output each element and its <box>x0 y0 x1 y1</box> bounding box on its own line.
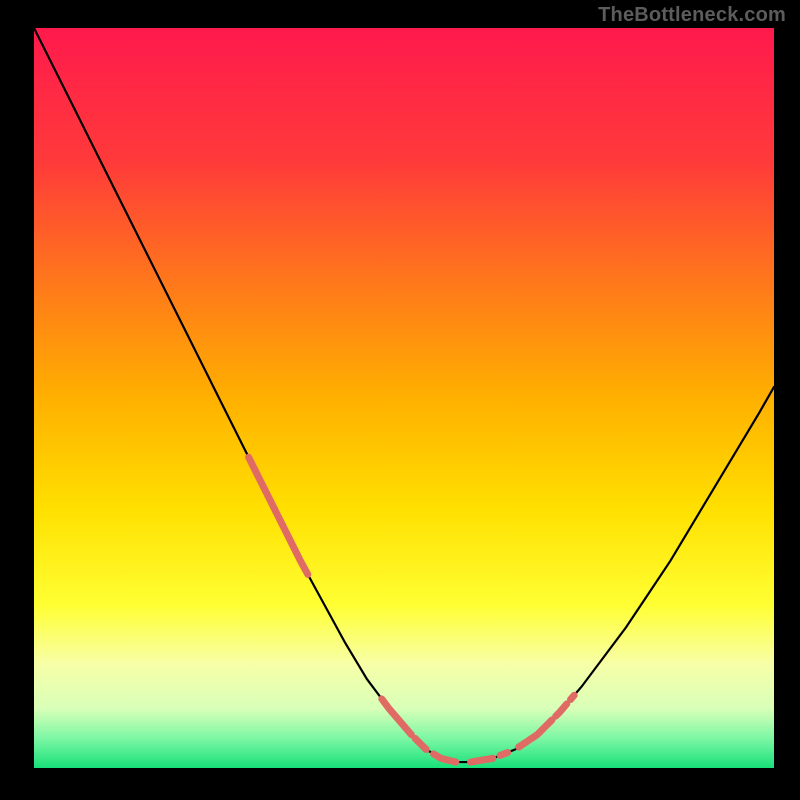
marker-dash <box>500 752 507 755</box>
marker-dash <box>571 695 575 699</box>
plot-area <box>34 28 774 768</box>
chart-svg <box>34 28 774 768</box>
watermark-text: TheBottleneck.com <box>598 4 786 27</box>
chart-frame: TheBottleneck.com <box>0 0 800 800</box>
marker-dash <box>471 758 493 762</box>
gradient-background <box>34 28 774 768</box>
